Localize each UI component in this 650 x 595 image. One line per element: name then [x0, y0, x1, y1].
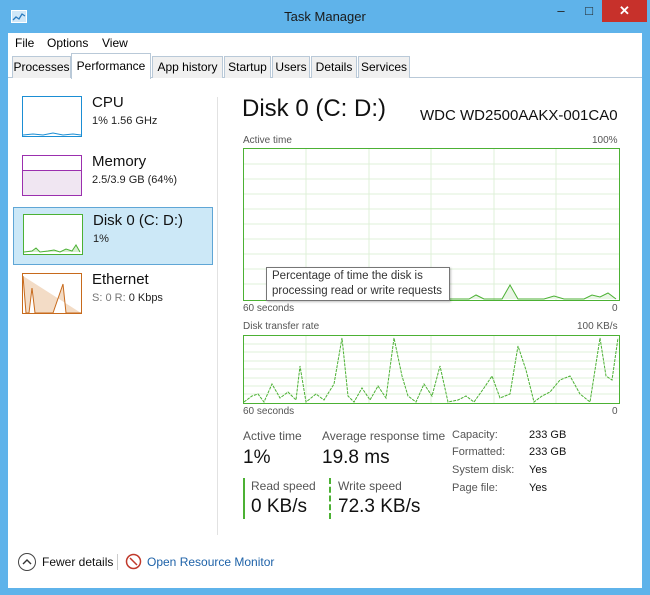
- graph1-max-label: 100%: [592, 135, 618, 146]
- cpu-thumbnail-graph: [22, 96, 82, 137]
- open-resource-monitor-link[interactable]: Open Resource Monitor: [147, 555, 274, 569]
- disk-thumbnail-graph: [23, 214, 83, 255]
- tab-processes[interactable]: Processes: [12, 56, 71, 78]
- avg-response-time-value: 19.8 ms: [322, 447, 390, 468]
- sidebar-item-stat: 2.5/3.9 GB (64%): [92, 174, 177, 186]
- title-bar[interactable]: Task Manager – □ ✕: [0, 0, 650, 33]
- footer: Fewer details Open Resource Monitor: [8, 543, 642, 588]
- sidebar-item-label: Ethernet: [92, 271, 149, 288]
- footer-separator: [117, 554, 118, 570]
- fewer-details-button[interactable]: Fewer details: [42, 555, 113, 569]
- active-time-label: Active time: [243, 429, 302, 443]
- active-time-tooltip: Percentage of time the disk is processin…: [266, 267, 450, 301]
- read-speed-value: 0 KB/s: [251, 496, 307, 517]
- menu-view[interactable]: View: [102, 36, 128, 50]
- formatted-label: Formatted:: [452, 446, 506, 458]
- write-speed-value: 72.3 KB/s: [338, 496, 421, 517]
- sidebar-item-label: Disk 0 (C: D:): [93, 212, 183, 229]
- graph1-label: Active time: [243, 135, 292, 146]
- avg-response-time-label: Average response time: [322, 429, 446, 443]
- graph2-max-label: 100 KB/s: [577, 321, 618, 332]
- capacity-label: Capacity:: [452, 429, 498, 441]
- tab-details[interactable]: Details: [311, 56, 357, 78]
- graph1-x-left: 60 seconds: [243, 303, 295, 314]
- sidebar-item-stat: 1% 1.56 GHz: [92, 115, 158, 127]
- system-disk-value: Yes: [529, 464, 547, 476]
- device-name: WDC WD2500AAKX-001CA0: [420, 107, 618, 124]
- graph2-x-right: 0: [612, 406, 618, 417]
- capacity-value: 233 GB: [529, 429, 567, 441]
- task-manager-window: Task Manager – □ ✕ File Options View Pro…: [0, 0, 650, 595]
- sidebar-item-stat: 1%: [93, 233, 109, 245]
- read-speed-legend-bar: [243, 478, 245, 519]
- tab-services[interactable]: Services: [358, 56, 410, 78]
- close-button[interactable]: ✕: [602, 0, 647, 22]
- graph1-x-right: 0: [612, 303, 618, 314]
- menu-bar: File Options View: [8, 33, 642, 53]
- tab-app-history[interactable]: App history: [152, 56, 223, 78]
- read-speed-label: Read speed: [251, 479, 316, 493]
- sidebar-item-disk0[interactable]: Disk 0 (C: D:) 1%: [13, 207, 213, 265]
- ethernet-stat-value: 0 Kbps: [128, 292, 163, 304]
- ethernet-thumbnail-graph: [22, 273, 82, 314]
- page-file-value: Yes: [529, 482, 547, 494]
- maximize-button[interactable]: □: [576, 0, 602, 22]
- menu-file[interactable]: File: [15, 36, 34, 50]
- sidebar-item-memory[interactable]: Memory 2.5/3.9 GB (64%): [13, 149, 213, 207]
- pane-divider: [217, 97, 218, 535]
- ethernet-stat-prefix: S: 0 R:: [92, 292, 129, 304]
- active-time-value: 1%: [243, 447, 271, 468]
- page-title: Disk 0 (C: D:): [242, 95, 386, 122]
- page-file-label: Page file:: [452, 482, 498, 494]
- sidebar-item-label: CPU: [92, 94, 124, 111]
- resource-monitor-icon[interactable]: [125, 553, 142, 570]
- graph2-label: Disk transfer rate: [243, 321, 320, 332]
- system-disk-label: System disk:: [452, 464, 515, 476]
- client-area: File Options View Processes Performance …: [8, 33, 642, 588]
- minimize-button[interactable]: –: [546, 0, 576, 22]
- formatted-value: 233 GB: [529, 446, 567, 458]
- disk-transfer-rate-graph[interactable]: [243, 335, 620, 404]
- sidebar-item-label: Memory: [92, 153, 147, 170]
- memory-thumbnail-graph: [22, 155, 82, 196]
- tab-performance[interactable]: Performance: [71, 53, 151, 79]
- write-speed-label: Write speed: [338, 479, 402, 493]
- tab-startup[interactable]: Startup: [224, 56, 271, 78]
- chevron-up-circle-icon[interactable]: [18, 553, 36, 571]
- sidebar-item-ethernet[interactable]: Ethernet S: 0 R: 0 Kbps: [13, 267, 213, 325]
- sidebar-item-stat: S: 0 R: 0 Kbps: [92, 292, 163, 304]
- sidebar-item-cpu[interactable]: CPU 1% 1.56 GHz: [13, 90, 213, 148]
- write-speed-legend-bar: [329, 478, 331, 519]
- menu-options[interactable]: Options: [47, 36, 88, 50]
- graph2-x-left: 60 seconds: [243, 406, 295, 417]
- tab-bar: Processes Performance App history Startu…: [8, 53, 642, 79]
- tab-users[interactable]: Users: [272, 56, 310, 78]
